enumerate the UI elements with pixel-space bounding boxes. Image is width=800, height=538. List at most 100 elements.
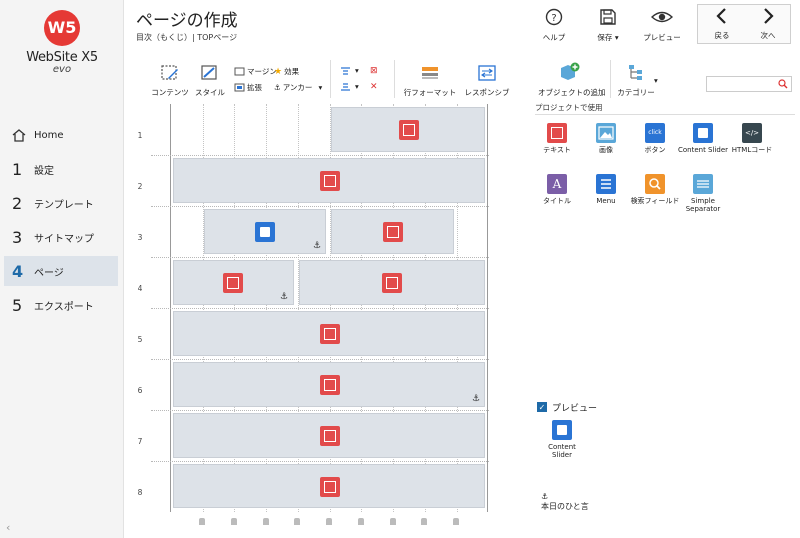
object-html-code[interactable]: </> HTMLコード	[726, 123, 778, 154]
column-handle[interactable]	[199, 518, 205, 525]
row-number: 3	[137, 233, 143, 242]
anchor-button[interactable]: ⚓ アンカー ▾	[274, 82, 322, 93]
grid-cell-text[interactable]	[173, 311, 485, 356]
page-layout-grid[interactable]: ⚓ ⚓ ⚓	[151, 104, 489, 512]
category-label: カテゴリー	[617, 88, 655, 97]
row-format-button[interactable]: 行フォーマット	[402, 64, 458, 98]
delete-cell-icon: ⊠	[370, 66, 378, 76]
button-icon: click	[645, 123, 665, 143]
breadcrumb[interactable]: 目次（もくじ）| TOPページ	[136, 32, 237, 43]
sidebar-item-export[interactable]: 5 エクスポート	[4, 290, 118, 320]
navigation-box: 戻る 次へ	[697, 4, 791, 44]
back-button[interactable]: 戻る	[702, 7, 742, 43]
object-title[interactable]: A タイトル	[531, 174, 583, 205]
anchor-note: ⚓ 本日のひと言	[541, 492, 589, 512]
column-handle[interactable]	[421, 518, 427, 525]
align-bottom-button[interactable]: ▾	[340, 82, 359, 91]
clear-button[interactable]: ✕	[370, 82, 378, 92]
save-label: 保存	[597, 33, 613, 42]
object-search-input[interactable]	[706, 76, 792, 92]
add-object-button[interactable]: オブジェクトの追加	[538, 62, 606, 98]
column-handle[interactable]	[231, 518, 237, 525]
grid-cell-text[interactable]: ⚓	[173, 260, 294, 305]
object-image[interactable]: 画像	[580, 123, 632, 154]
grid-row-line	[151, 257, 489, 258]
category-button[interactable]: カテゴリー	[616, 64, 656, 98]
row-format-icon	[422, 67, 438, 79]
chevron-right-icon	[764, 8, 774, 24]
back-label: 戻る	[714, 31, 730, 40]
column-handle[interactable]	[453, 518, 459, 525]
row-format-label: 行フォーマット	[403, 88, 457, 97]
sidebar-item-template[interactable]: 2 テンプレート	[4, 188, 118, 218]
row-number: 8	[137, 488, 143, 497]
save-dropdown-icon[interactable]: ▾	[615, 33, 619, 42]
text-object-icon	[223, 273, 243, 293]
grid-cell-text[interactable]	[173, 158, 485, 203]
text-icon	[547, 123, 567, 143]
separator-icon	[693, 174, 713, 194]
object-search-field[interactable]: 検索フィールド	[629, 174, 681, 205]
extend-button[interactable]: 拡張	[234, 82, 262, 93]
category-dropdown-icon[interactable]: ▾	[654, 76, 658, 85]
clear-icon: ✕	[370, 82, 378, 92]
valign-dropdown-icon[interactable]: ▾	[355, 82, 359, 91]
responsive-button[interactable]: レスポンシブ	[462, 64, 512, 98]
align-top-button[interactable]: ▾	[340, 66, 359, 75]
content-slider-preview-icon	[552, 420, 572, 440]
search-person-icon	[778, 79, 788, 89]
preview-button[interactable]: プレビュー	[636, 8, 688, 42]
svg-text:?: ?	[551, 13, 556, 24]
sidebar-item-label: 設定	[34, 165, 54, 177]
grid-cell-text[interactable]: ⚓	[173, 362, 485, 407]
sidebar-item-page[interactable]: 4 ページ	[4, 256, 118, 286]
preview-checkbox[interactable]: ✓	[537, 402, 547, 412]
collapse-sidebar-icon[interactable]: ‹	[6, 521, 10, 534]
object-simple-separator[interactable]: Simple Separator	[677, 174, 729, 213]
grid-cell-text[interactable]	[331, 209, 454, 254]
column-handle[interactable]	[326, 518, 332, 525]
margin-button[interactable]: マージン	[234, 66, 277, 77]
column-handle[interactable]	[263, 518, 269, 525]
grid-row-line	[151, 155, 489, 156]
sidebar-item-home[interactable]: Home	[4, 120, 118, 150]
sidebar-item-label: サイトマップ	[34, 233, 94, 245]
row-number: 6	[137, 386, 143, 395]
sidebar: W5 WebSite X5 evo Home 1 設定 2 テンプレート 3 サ…	[0, 0, 124, 538]
style-button[interactable]: スタイル	[192, 64, 228, 98]
grid-cell-text[interactable]	[173, 464, 485, 508]
help-label: ヘルプ	[542, 33, 566, 42]
anchor-icon: ⚓	[280, 292, 289, 302]
logo-edition: evo	[52, 64, 72, 75]
divider	[535, 114, 795, 115]
sidebar-item-label: ページ	[34, 267, 64, 279]
align-dropdown-icon[interactable]: ▾	[355, 66, 359, 75]
object-button[interactable]: click ボタン	[629, 123, 681, 154]
save-button[interactable]: 保存 ▾	[582, 8, 634, 42]
column-handle[interactable]	[390, 518, 396, 525]
object-text[interactable]: テキスト	[531, 123, 583, 154]
object-content-slider[interactable]: Content Slider	[677, 123, 729, 154]
save-icon	[600, 9, 616, 25]
anchor-dropdown-icon[interactable]: ▾	[318, 83, 322, 92]
preview-object-label: Content Slider	[548, 443, 576, 460]
sidebar-item-sitemap[interactable]: 3 サイトマップ	[4, 222, 118, 252]
next-button[interactable]: 次へ	[748, 7, 788, 43]
grid-cell-text[interactable]	[331, 107, 485, 152]
anchor-icon: ⚓	[541, 492, 549, 501]
delete-cell-button[interactable]: ⊠	[370, 66, 378, 76]
help-button[interactable]: ? ヘルプ	[528, 8, 580, 42]
effect-label: 効果	[284, 67, 300, 76]
content-button[interactable]: コンテンツ	[150, 64, 190, 98]
grid-cell-text[interactable]	[173, 413, 485, 458]
effect-button[interactable]: ★ 効果	[274, 66, 299, 77]
grid-cell-text[interactable]	[299, 260, 485, 305]
sidebar-item-settings[interactable]: 1 設定	[4, 154, 118, 184]
align-icon	[341, 67, 350, 75]
grid-cell-content-slider[interactable]: ⚓	[204, 209, 326, 254]
object-menu[interactable]: Menu	[580, 174, 632, 205]
column-handle[interactable]	[294, 518, 300, 525]
column-handle[interactable]	[358, 518, 364, 525]
row-number: 1	[137, 131, 143, 140]
object-label: Menu	[596, 197, 616, 205]
